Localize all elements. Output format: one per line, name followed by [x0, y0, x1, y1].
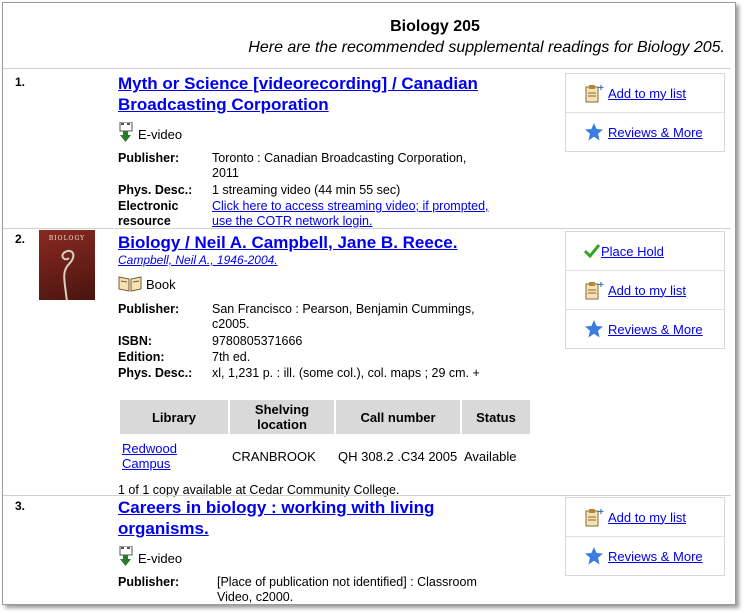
record-title-link[interactable]: Myth or Science [videorecording] / Canad…	[118, 73, 478, 115]
library-link[interactable]: Redwood Campus	[122, 441, 177, 471]
phys-desc-row: Phys. Desc.: xl, 1,231 p. : ill. (some c…	[118, 366, 480, 380]
location-cell: CRANBROOK	[232, 448, 316, 464]
star-icon	[585, 547, 603, 565]
clipboard-plus-icon: +	[585, 280, 604, 300]
holdings-table: Library Shelving location Call number St…	[118, 398, 532, 478]
col-library: Library	[120, 400, 228, 434]
electronic-resource-row: Electronic resource Click here to access …	[118, 199, 489, 229]
clipboard-plus-icon: +	[585, 507, 604, 527]
checkmark-icon	[584, 244, 600, 259]
col-status: Status	[462, 400, 530, 434]
add-to-list-button[interactable]: + Add to my list	[566, 74, 724, 113]
record-title-link[interactable]: Biology / Neil A. Campbell, Jane B. Reec…	[118, 232, 457, 253]
format-evideo: E-video	[118, 122, 182, 142]
author-link[interactable]: Campbell, Neil A., 1946-2004.	[118, 253, 278, 267]
record-actions: + Add to my list Reviews & More	[565, 73, 725, 152]
publisher-row: Publisher: Toronto : Canadian Broadcasti…	[118, 151, 467, 180]
publisher-row: Publisher: [Place of publication not ide…	[118, 575, 477, 604]
evideo-download-icon	[119, 122, 133, 142]
publisher-row: Publisher: San Francisco : Pearson, Benj…	[118, 302, 475, 331]
col-shelving-location: Shelving location	[230, 400, 334, 434]
isbn-row: ISBN: 9780805371666	[118, 334, 303, 348]
add-to-list-button[interactable]: + Add to my list	[566, 271, 724, 310]
record-actions: + Add to my list Reviews & More	[565, 497, 725, 576]
holdings-header-row: Library Shelving location Call number St…	[120, 400, 530, 434]
format-book: Book	[118, 274, 176, 292]
record-separator	[3, 495, 731, 496]
streaming-video-link[interactable]: Click here to access streaming video; if…	[212, 199, 489, 229]
svg-text:+: +	[598, 280, 604, 291]
place-hold-button[interactable]: Place Hold	[566, 232, 724, 271]
record-title-link[interactable]: Careers in biology : working with living…	[118, 497, 434, 539]
reviews-more-button[interactable]: Reviews & More	[566, 113, 724, 151]
reviews-more-button[interactable]: Reviews & More	[566, 310, 724, 348]
record-number: 2.	[15, 232, 26, 246]
svg-text:+: +	[598, 83, 604, 94]
reviews-more-button[interactable]: Reviews & More	[566, 537, 724, 575]
star-icon	[585, 320, 603, 338]
evideo-download-icon	[119, 546, 133, 566]
col-call-number: Call number	[336, 400, 460, 434]
page-title: Biology 205	[390, 18, 480, 35]
star-icon	[585, 123, 603, 141]
format-evideo: E-video	[118, 546, 182, 566]
table-row: Redwood Campus CRANBROOK QH 308.2 .C34 2…	[120, 436, 530, 476]
record-separator	[3, 68, 731, 69]
book-cover-image: BIOLOGY	[39, 230, 95, 300]
phys-desc-row: Phys. Desc.: 1 streaming video (44 min 5…	[118, 183, 401, 197]
record-separator	[3, 228, 731, 229]
edition-row: Edition: 7th ed.	[118, 350, 251, 364]
record-actions: Place Hold + Add to my list Reviews & Mo…	[565, 231, 725, 349]
svg-text:+: +	[598, 507, 604, 518]
call-number-cell: QH 308.2 .C34 2005	[338, 448, 458, 464]
record-number: 3.	[15, 499, 26, 513]
fern-icon	[61, 250, 75, 300]
page-subtitle: Here are the recommended supplemental re…	[248, 39, 725, 56]
record-number: 1.	[15, 75, 26, 89]
status-cell: Available	[464, 448, 517, 464]
open-book-icon	[118, 276, 142, 292]
results-panel: Biology 205 Here are the recommended sup…	[2, 2, 736, 605]
clipboard-plus-icon: +	[585, 83, 604, 103]
add-to-list-button[interactable]: + Add to my list	[566, 498, 724, 537]
